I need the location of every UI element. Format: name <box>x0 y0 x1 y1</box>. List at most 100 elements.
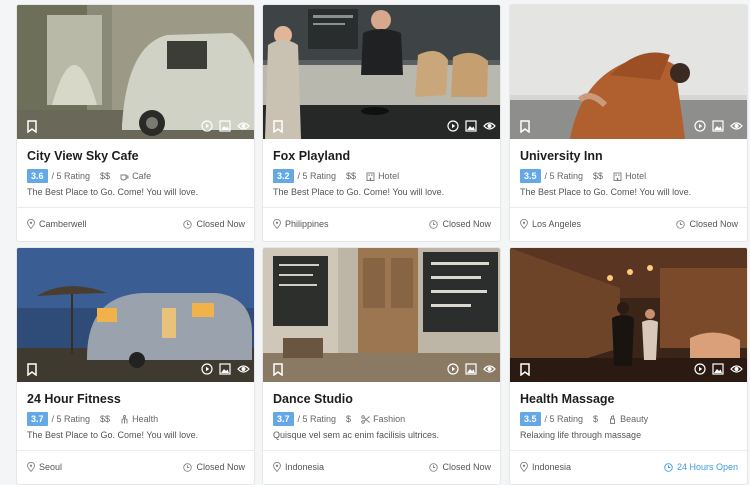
location-label: Indonesia <box>285 462 325 472</box>
listing-card[interactable]: University Inn 3.5 / 5 Rating $$ Hotel T… <box>509 4 748 242</box>
listing-grid: City View Sky Cafe 3.6 / 5 Rating $$ Caf… <box>0 0 750 485</box>
price-level: $$ <box>100 414 111 424</box>
bookmark-icon[interactable] <box>27 120 37 133</box>
rating-badge: 3.7 <box>273 412 294 426</box>
price-level: $ <box>593 414 599 424</box>
gallery-icon[interactable] <box>219 363 232 375</box>
photo-actions <box>201 120 250 132</box>
location-label: Los Angeles <box>532 219 582 229</box>
opening-status: Closed Now <box>429 462 491 472</box>
category-label: Cafe <box>132 171 152 181</box>
category[interactable]: Fashion <box>361 414 405 424</box>
clock-icon <box>429 462 439 472</box>
gallery-icon[interactable] <box>465 120 478 132</box>
category[interactable]: Cafe <box>120 171 151 181</box>
listing-title[interactable]: Dance Studio <box>273 392 353 406</box>
listing-photo[interactable] <box>263 248 500 382</box>
listing-location: Los Angeles <box>520 219 581 229</box>
video-icon[interactable] <box>447 363 460 375</box>
category[interactable]: Hotel <box>613 171 646 181</box>
divider <box>510 450 747 451</box>
gallery-icon[interactable] <box>712 120 725 132</box>
bookmark-icon[interactable] <box>520 363 530 376</box>
clock-icon <box>676 219 686 229</box>
gallery-icon[interactable] <box>712 363 725 375</box>
listing-card[interactable]: City View Sky Cafe 3.6 / 5 Rating $$ Caf… <box>16 4 255 242</box>
listing-meta: 3.7 / 5 Rating $$ Health <box>27 412 158 426</box>
listing-title[interactable]: University Inn <box>520 149 603 163</box>
listing-photo[interactable] <box>17 5 254 139</box>
status-label: Closed Now <box>442 219 491 229</box>
rating-suffix: / 5 Rating <box>51 414 91 424</box>
listing-description: The Best Place to Go. Come! You will lov… <box>520 187 692 197</box>
listing-location: Seoul <box>27 462 62 472</box>
bookmark-icon[interactable] <box>27 363 37 376</box>
rating-suffix: / 5 Rating <box>297 414 337 424</box>
category-label: Hotel <box>625 171 647 181</box>
rating-suffix: / 5 Rating <box>544 171 584 181</box>
rating-badge: 3.6 <box>27 169 48 183</box>
eye-icon[interactable] <box>483 363 496 375</box>
listing-card[interactable]: Dance Studio 3.7 / 5 Rating $ Fashion Qu… <box>262 247 501 485</box>
eye-icon[interactable] <box>730 120 743 132</box>
gallery-icon[interactable] <box>465 363 478 375</box>
listing-meta: 3.6 / 5 Rating $$ Cafe <box>27 169 151 183</box>
listing-photo[interactable] <box>263 5 500 139</box>
listing-description: The Best Place to Go. Come! You will lov… <box>273 187 445 197</box>
status-label: Closed Now <box>689 219 738 229</box>
photo-actions <box>694 363 743 375</box>
listing-description: The Best Place to Go. Come! You will lov… <box>27 187 199 197</box>
video-icon[interactable] <box>201 120 214 132</box>
category-label: Health <box>132 414 159 424</box>
clock-icon <box>429 219 439 229</box>
map-pin-icon <box>273 462 281 472</box>
scissors-icon <box>361 414 370 424</box>
video-icon[interactable] <box>694 363 707 375</box>
eye-icon[interactable] <box>237 363 250 375</box>
category-label: Beauty <box>620 414 649 424</box>
rating-badge: 3.5 <box>520 412 541 426</box>
gallery-icon[interactable] <box>219 120 232 132</box>
category[interactable]: Health <box>120 414 158 424</box>
listing-title[interactable]: 24 Hour Fitness <box>27 392 121 406</box>
coffee-cup-icon <box>120 174 129 180</box>
eye-icon[interactable] <box>483 120 496 132</box>
video-icon[interactable] <box>447 120 460 132</box>
listing-photo[interactable] <box>510 5 747 139</box>
listing-location: Philippines <box>273 219 329 229</box>
opening-status: Closed Now <box>429 219 491 229</box>
listing-title[interactable]: Health Massage <box>520 392 614 406</box>
price-level: $$ <box>346 171 357 181</box>
category[interactable]: Beauty <box>608 414 648 424</box>
video-icon[interactable] <box>201 363 214 375</box>
listing-description: Quisque vel sem ac enim facilisis ultric… <box>273 430 440 440</box>
listing-photo[interactable] <box>510 248 747 382</box>
listing-title[interactable]: Fox Playland <box>273 149 350 163</box>
listing-meta: 3.5 / 5 Rating $ Beauty <box>520 412 648 426</box>
listing-card[interactable]: Fox Playland 3.2 / 5 Rating $$ Hotel The… <box>262 4 501 242</box>
map-pin-icon <box>520 462 528 472</box>
category[interactable]: Hotel <box>366 171 399 181</box>
category-label: Fashion <box>373 414 406 424</box>
eye-icon[interactable] <box>730 363 743 375</box>
listing-photo[interactable] <box>17 248 254 382</box>
divider <box>510 207 747 208</box>
listing-meta: 3.2 / 5 Rating $$ Hotel <box>273 169 399 183</box>
divider <box>263 450 500 451</box>
opening-status: 24 Hours Open <box>664 462 738 472</box>
photo-actions <box>201 363 250 375</box>
bookmark-icon[interactable] <box>273 120 283 133</box>
beauty-icon <box>610 414 616 424</box>
listing-card[interactable]: 24 Hour Fitness 3.7 / 5 Rating $$ Health… <box>16 247 255 485</box>
status-label: 24 Hours Open <box>676 462 738 472</box>
listing-description: Relaxing life through massage <box>520 430 642 440</box>
rating-badge: 3.2 <box>273 169 294 183</box>
listing-card[interactable]: Health Massage 3.5 / 5 Rating $ Beauty R… <box>509 247 748 485</box>
bookmark-icon[interactable] <box>273 363 283 376</box>
price-level: $ <box>346 414 352 424</box>
opening-status: Closed Now <box>676 219 738 229</box>
eye-icon[interactable] <box>237 120 250 132</box>
bookmark-icon[interactable] <box>520 120 530 133</box>
video-icon[interactable] <box>694 120 707 132</box>
listing-title[interactable]: City View Sky Cafe <box>27 149 139 163</box>
